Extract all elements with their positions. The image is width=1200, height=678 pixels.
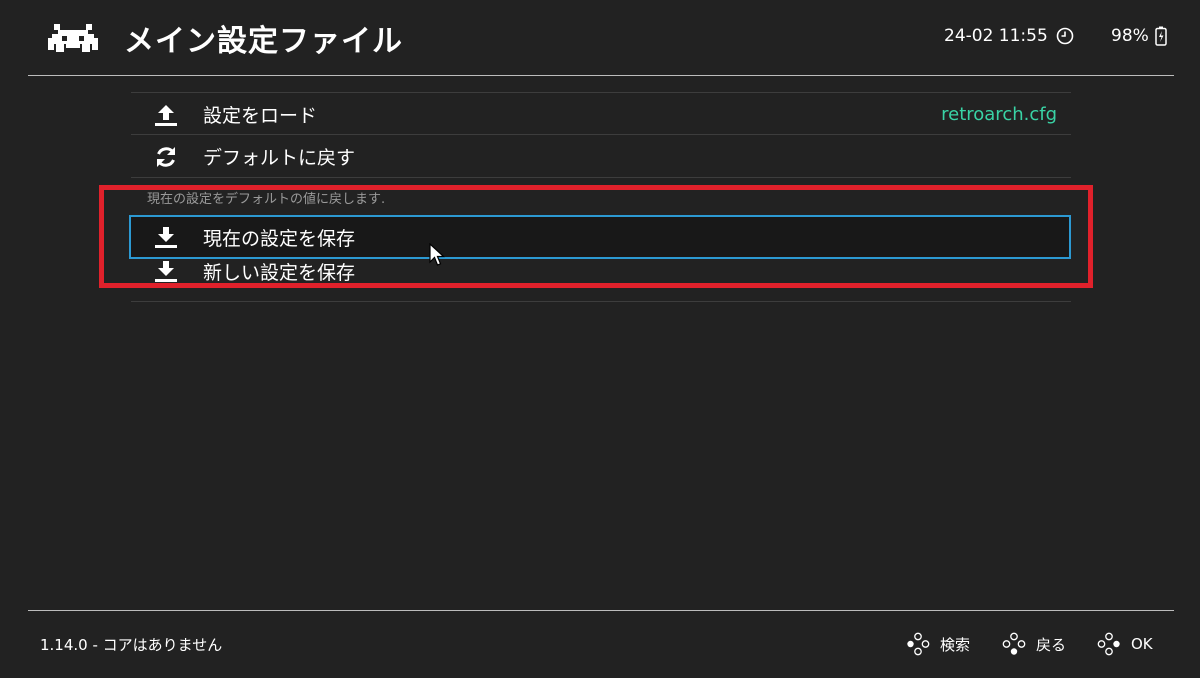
menu-item-reset-defaults[interactable]: デフォルトに戻す xyxy=(131,135,1071,177)
search-hint-label: 検索 xyxy=(940,635,971,654)
page-title: メイン設定ファイル xyxy=(124,24,403,59)
retroarch-invader-icon xyxy=(48,24,98,52)
battery-status: 98% xyxy=(1111,26,1167,46)
download-icon xyxy=(155,227,177,248)
clock-icon xyxy=(1056,27,1074,45)
ok-hint-label: OK xyxy=(1131,635,1153,653)
retroarch-screen: メイン設定ファイル 24-02 11:55 98% 設定をロード retroar… xyxy=(0,0,1200,678)
menu-item-label: デフォルトに戻す xyxy=(203,146,356,169)
refresh-icon xyxy=(157,147,175,167)
menu-item-save-current-config[interactable]: 現在の設定を保存 xyxy=(129,215,1071,259)
upload-icon xyxy=(155,105,177,126)
menu-item-label: 現在の設定を保存 xyxy=(203,227,356,250)
core-status-text: 1.14.0 - コアはありません xyxy=(40,636,223,654)
back-hint-button[interactable]: 戻る xyxy=(1002,632,1066,656)
clock: 24-02 11:55 xyxy=(944,26,1074,46)
gamepad-buttons-icon xyxy=(907,632,930,656)
menu-item-label: 新しい設定を保存 xyxy=(203,262,356,284)
menu-item-description: 現在の設定をデフォルトの値に戻します. xyxy=(147,192,386,207)
ok-hint-button[interactable]: OK xyxy=(1097,632,1153,656)
clock-text: 24-02 11:55 xyxy=(944,26,1048,46)
header-bar: メイン設定ファイル 24-02 11:55 98% xyxy=(28,0,1174,76)
search-hint-button[interactable]: 検索 xyxy=(906,632,970,656)
menu-item-load-config[interactable]: 設定をロード retroarch.cfg xyxy=(131,93,1071,135)
mouse-cursor-icon xyxy=(429,243,445,266)
back-hint-label: 戻る xyxy=(1036,635,1067,654)
menu-item-save-new-config[interactable]: 新しい設定を保存 xyxy=(131,260,1071,302)
menu-item-value: retroarch.cfg xyxy=(941,103,1057,125)
gamepad-buttons-icon xyxy=(1002,632,1026,655)
battery-icon xyxy=(1155,26,1167,46)
gamepad-buttons-icon xyxy=(1097,632,1120,656)
divider xyxy=(131,301,1071,302)
footer-bar: 1.14.0 - コアはありません 検索 戻る OK xyxy=(28,610,1174,678)
divider xyxy=(131,177,1071,178)
download-icon xyxy=(155,261,177,282)
menu-item-label: 設定をロード xyxy=(203,104,318,127)
battery-text: 98% xyxy=(1111,26,1149,46)
